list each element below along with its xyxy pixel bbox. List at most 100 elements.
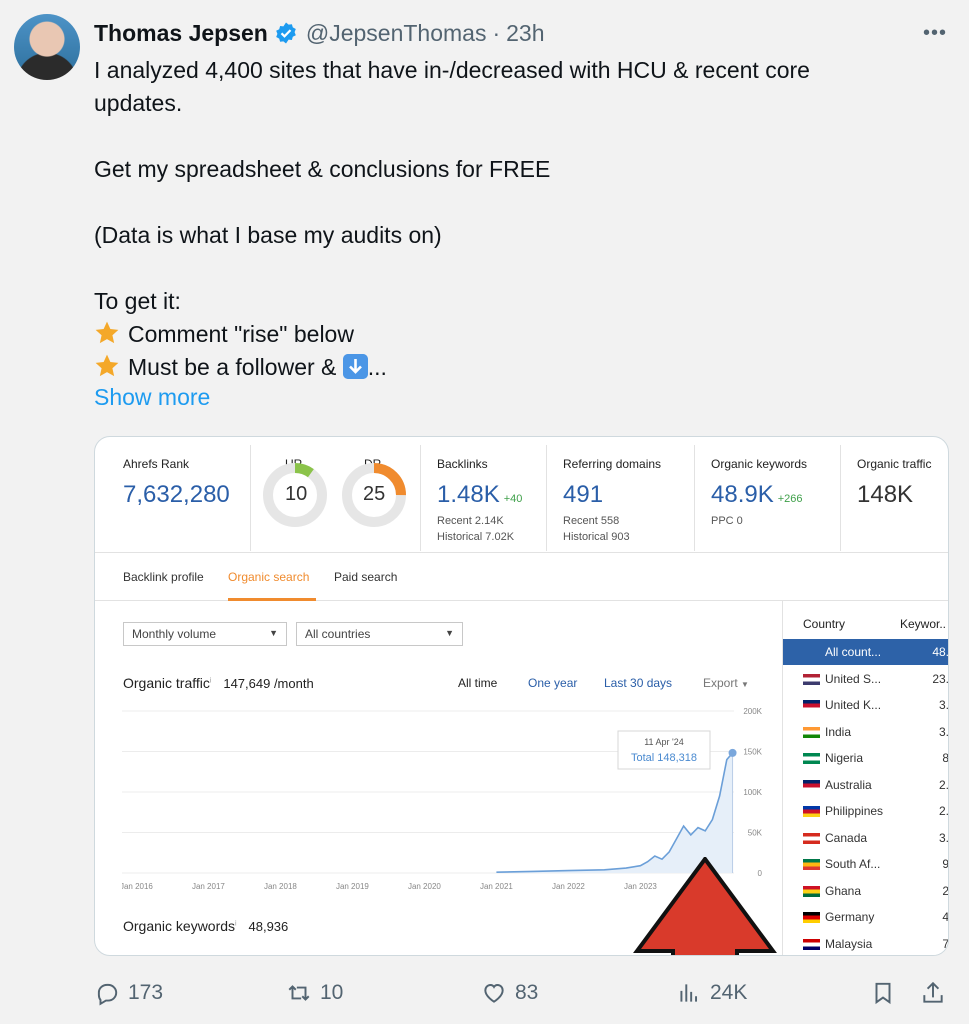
share-button[interactable] xyxy=(920,980,954,1006)
repost-button[interactable]: 10 xyxy=(286,980,343,1006)
media-card[interactable]: Ahrefs Rank 7,632,280 UR DR 10 25 Backli… xyxy=(94,436,949,956)
down-arrow-emoji-icon xyxy=(342,354,368,379)
country-keywords-value: 3. xyxy=(938,830,949,845)
country-flag-icon xyxy=(803,673,820,685)
country-flag-icon xyxy=(803,753,820,764)
country-flag-icon xyxy=(803,832,820,844)
keywords-footer-value: 48,936 xyxy=(248,919,289,934)
tweet-line: updates. xyxy=(94,90,183,116)
x-tick-label: Jan 2022 xyxy=(552,882,585,891)
country-keywords-value: 2 xyxy=(942,883,949,898)
export-button[interactable]: Export ▼ xyxy=(703,676,749,690)
view-count: 24K xyxy=(710,981,748,1004)
country-flag-icon xyxy=(803,700,820,711)
country-row[interactable]: United S... 23. xyxy=(783,666,948,692)
country-name: United S... xyxy=(825,671,882,686)
metric-value[interactable]: 148K xyxy=(857,481,913,509)
metric-label: Organic keywords xyxy=(711,457,808,471)
metric-gauges: UR DR 10 25 xyxy=(251,445,421,551)
reply-button[interactable]: 173 xyxy=(94,980,163,1006)
metric-organic-keywords: Organic keywords 48.9K +266 PPC 0 xyxy=(711,445,841,551)
country-row[interactable]: India 3. xyxy=(783,719,948,745)
country-row[interactable]: Germany 4 xyxy=(783,904,948,930)
country-row[interactable]: Canada 3. xyxy=(783,825,949,851)
separator-dot: · xyxy=(492,19,501,46)
y-tick-label: 200K xyxy=(743,707,762,716)
metric-value[interactable]: 7,632,280 xyxy=(123,481,230,509)
x-tick-label: Jan 2021 xyxy=(480,882,513,891)
metric-value[interactable]: 491 xyxy=(563,481,603,509)
volume-select[interactable]: Monthly volume ▼ xyxy=(123,622,287,646)
active-tab-indicator xyxy=(228,598,316,601)
tweet-bullet: Comment "rise" below xyxy=(94,318,914,351)
views-button[interactable]: 24K xyxy=(676,980,747,1006)
bookmark-button[interactable] xyxy=(870,980,904,1006)
verified-badge-icon xyxy=(276,22,296,44)
range-one-year[interactable]: One year xyxy=(528,676,577,690)
bookmark-icon xyxy=(875,982,891,1005)
country-table: Country Keywor.. All count... 48. United S… xyxy=(782,601,949,956)
reply-count: 173 xyxy=(128,981,164,1004)
country-name: India xyxy=(825,724,852,739)
tab-organic-search[interactable]: Organic search xyxy=(228,570,309,584)
country-flag-icon xyxy=(803,938,820,950)
country-row[interactable]: Ghana 2 xyxy=(783,878,949,904)
avatar[interactable] xyxy=(14,14,80,80)
country-name: Australia xyxy=(825,777,872,792)
country-select-value: All countries xyxy=(305,627,371,641)
keywords-footer: Organic keywordsi 48,936 xyxy=(123,918,289,934)
country-row[interactable]: United K... 3. xyxy=(783,692,948,718)
tab-backlink-profile[interactable]: Backlink profile xyxy=(123,570,204,584)
tweet-line: I analyzed 4,400 sites that have in-/dec… xyxy=(94,57,810,83)
hover-point xyxy=(728,748,737,757)
country-row[interactable]: Australia 2. xyxy=(783,772,949,798)
metric-value[interactable]: 48.9K +266 xyxy=(711,481,803,509)
country-select[interactable]: All countries ▼ xyxy=(296,622,463,646)
like-count: 83 xyxy=(515,981,539,1004)
country-row[interactable]: South Af... 9 xyxy=(783,851,949,877)
tweet-header: Thomas Jepsen @JepsenThomas · 23h xyxy=(94,18,545,48)
metric-value[interactable]: 1.48K +40 xyxy=(437,481,522,509)
range-all-time[interactable]: All time xyxy=(458,676,497,690)
timestamp[interactable]: 23h xyxy=(506,20,544,47)
chevron-down-icon: ▼ xyxy=(445,628,454,638)
tab-paid-search[interactable]: Paid search xyxy=(334,570,397,584)
repost-count: 10 xyxy=(320,981,344,1004)
tweet-line: To get it: xyxy=(94,288,181,314)
country-row[interactable]: Philippines 2. xyxy=(783,798,949,824)
backlinks-delta: +40 xyxy=(503,493,523,505)
country-keywords-value: 2. xyxy=(938,804,949,818)
tweet-bullet: Must be a follower & ... xyxy=(94,351,914,384)
export-label: Export xyxy=(703,676,738,690)
country-keywords-value: 48. xyxy=(932,645,949,659)
country-row[interactable]: All count... 48. xyxy=(783,639,949,665)
country-flag-icon xyxy=(803,885,820,897)
country-name: Ghana xyxy=(825,883,862,898)
tooltip-date: 11 Apr '24 xyxy=(644,737,684,747)
refdomains-recent: Recent 558 xyxy=(563,515,620,527)
country-name: Canada xyxy=(825,830,868,845)
x-tick-label: Jan 2017 xyxy=(192,882,225,891)
rating-gauges xyxy=(263,463,406,527)
country-flag-icon xyxy=(803,859,820,870)
country-keywords-value: 9 xyxy=(942,857,949,871)
more-options-icon[interactable]: ••• xyxy=(923,22,947,45)
country-row[interactable]: Nigeria 8 xyxy=(783,745,949,771)
tooltip-total: Total 148,318 xyxy=(631,752,697,764)
country-keywords-value: 2. xyxy=(938,777,949,792)
country-flag-icon xyxy=(803,779,820,791)
chart-title-text: Organic traffic xyxy=(123,675,210,691)
organic-keywords-delta: +266 xyxy=(777,493,803,505)
range-last-30-days[interactable]: Last 30 days xyxy=(604,676,672,690)
dr-value: 25 xyxy=(363,483,386,505)
metric-organic-traffic: Organic traffic 148K xyxy=(857,445,948,551)
country-row[interactable]: Malaysia 7 xyxy=(783,931,948,956)
country-keywords-value: 8 xyxy=(942,751,949,765)
organic-keywords-value: 48.9K xyxy=(711,481,774,508)
author-handle[interactable]: @JepsenThomas xyxy=(306,20,487,47)
like-button[interactable]: 83 xyxy=(481,980,538,1006)
show-more-link[interactable]: Show more xyxy=(94,384,210,411)
metric-label: Backlinks xyxy=(437,457,488,471)
country-name: Nigeria xyxy=(825,751,864,765)
author-name[interactable]: Thomas Jepsen xyxy=(94,20,268,47)
